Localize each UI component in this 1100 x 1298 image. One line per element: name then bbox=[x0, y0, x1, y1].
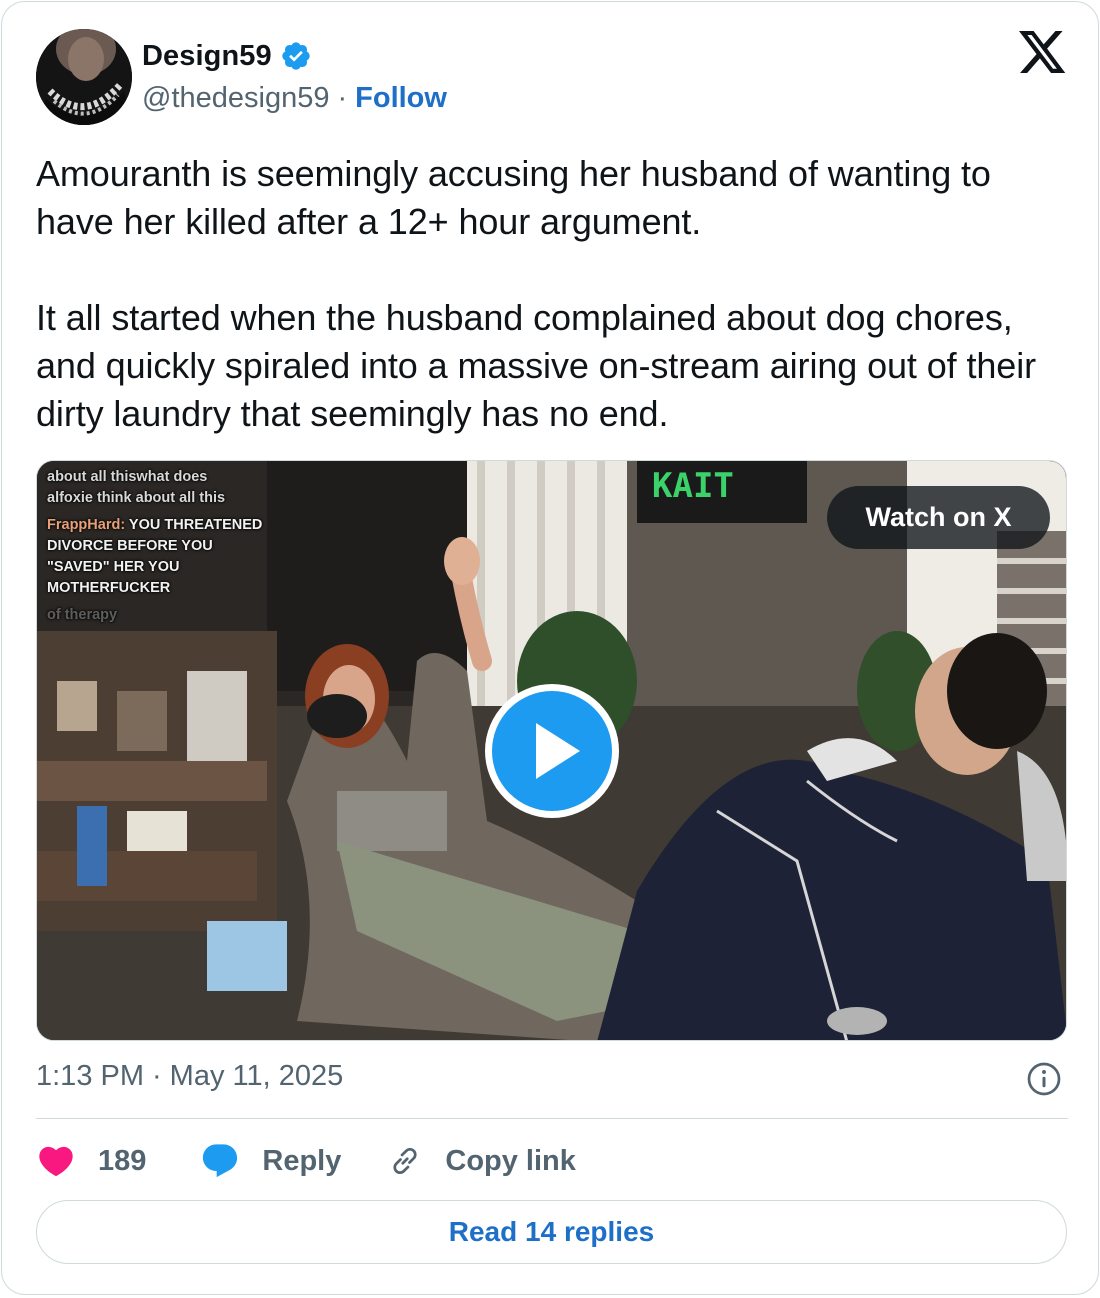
chat-message-first: YOU bbox=[125, 517, 161, 533]
tweet-date: May 11, 2025 bbox=[169, 1060, 344, 1092]
reply-label: Reply bbox=[262, 1144, 342, 1177]
copy-link-label: Copy link bbox=[445, 1144, 576, 1177]
read-replies-button[interactable]: Read 14 replies bbox=[36, 1200, 1067, 1264]
x-logo-icon[interactable] bbox=[1019, 31, 1067, 75]
author-handle-row: @thedesign59 · Follow bbox=[142, 79, 447, 117]
info-icon[interactable] bbox=[1026, 1061, 1062, 1097]
chat-message: FrappHard: YOU THREATENED DIVORCE BEFORE… bbox=[47, 515, 272, 599]
verified-badge-icon bbox=[280, 40, 312, 72]
meta-divider bbox=[36, 1118, 1068, 1119]
handle-separator: · bbox=[337, 81, 348, 114]
chat-line-2: alfoxie think about all this bbox=[47, 490, 226, 506]
tweet-time: 1:13 PM bbox=[36, 1060, 144, 1092]
follow-button[interactable]: Follow bbox=[355, 82, 447, 115]
avatar-image bbox=[36, 29, 132, 125]
like-count: 189 bbox=[98, 1144, 147, 1177]
play-circle bbox=[492, 691, 612, 811]
heart-icon bbox=[36, 1141, 76, 1181]
watch-on-x-button[interactable]: Watch on X bbox=[827, 486, 1050, 549]
speech-bubble-icon bbox=[200, 1141, 240, 1181]
like-button[interactable]: 189 bbox=[36, 1141, 146, 1181]
copy-link-button[interactable]: Copy link bbox=[387, 1143, 576, 1179]
chat-username: FrappHard: bbox=[47, 517, 126, 533]
author-display-name[interactable]: Design59 bbox=[142, 40, 272, 73]
banner-text: KAIT bbox=[652, 466, 734, 506]
chat-line-1: about all thiswhat does bbox=[47, 469, 208, 485]
reply-button[interactable]: Reply bbox=[200, 1141, 341, 1181]
chat-faint-line: of therapy bbox=[47, 607, 118, 623]
link-icon bbox=[387, 1143, 423, 1179]
author-avatar[interactable] bbox=[36, 29, 132, 125]
tweet-text: Amouranth is seemingly accusing her husb… bbox=[36, 153, 1036, 434]
play-icon bbox=[536, 723, 580, 779]
action-bar: 189 Reply Copy link bbox=[36, 1137, 576, 1185]
tweet-card: Design59 @thedesign59 · Follow Amouranth… bbox=[1, 1, 1099, 1295]
stream-chat-overlay: about all thiswhat does alfoxie think ab… bbox=[47, 467, 272, 626]
tweet-timestamp[interactable]: 1:13 PM · May 11, 2025 bbox=[36, 1060, 343, 1093]
author-name-row: Design59 bbox=[142, 36, 312, 76]
author-handle[interactable]: @thedesign59 bbox=[142, 82, 329, 115]
video-player[interactable]: KAIT about all thiswhat does alfoxie thi… bbox=[36, 460, 1067, 1041]
play-button[interactable] bbox=[485, 684, 619, 818]
timestamp-separator: · bbox=[152, 1060, 162, 1092]
